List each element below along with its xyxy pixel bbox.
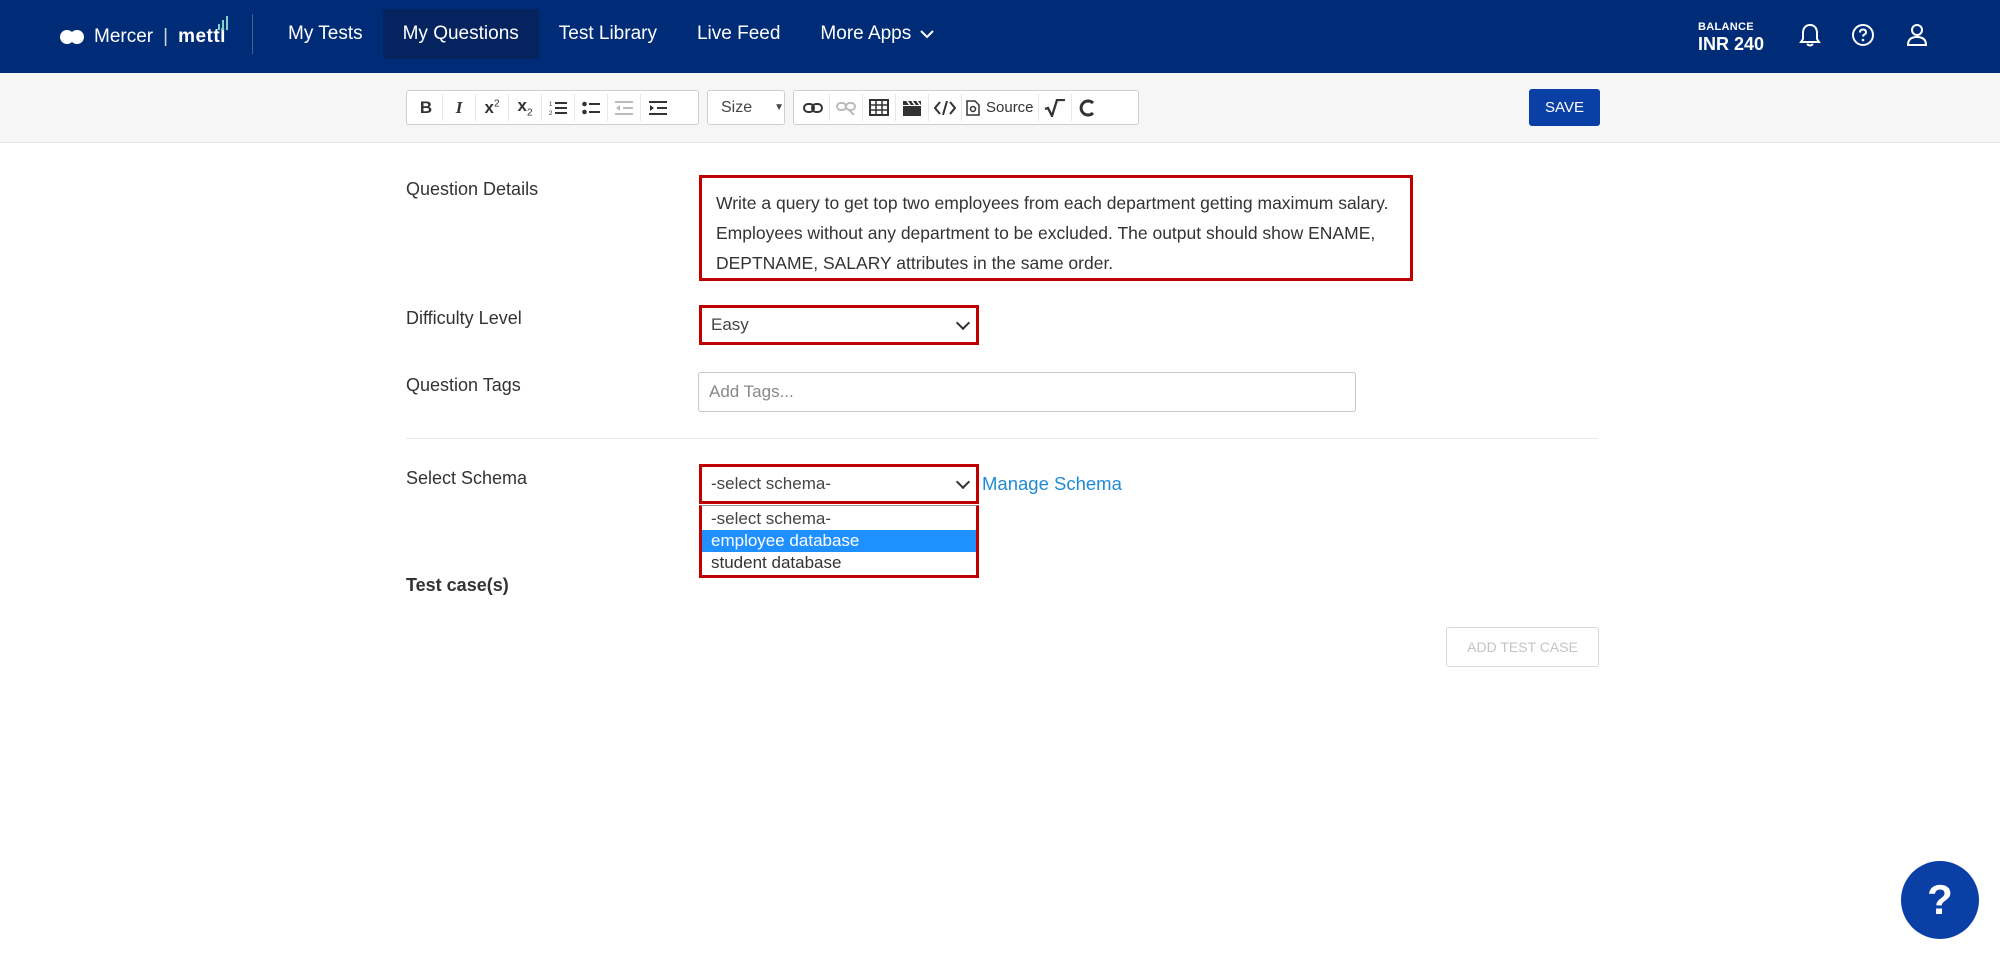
superscript-icon: x2 [484,97,500,117]
difficulty-level-value: Easy [711,315,749,334]
special-char-button[interactable] [1072,94,1105,121]
user-profile-icon[interactable] [1902,20,1932,50]
table-button[interactable] [863,94,896,121]
nav-item-live-feed[interactable]: Live Feed [677,9,800,59]
square-root-icon [1044,98,1065,117]
unlink-button[interactable] [830,94,863,121]
nav-item-test-library[interactable]: Test Library [539,9,677,59]
video-button[interactable] [896,94,929,121]
brand-separator: | [163,26,169,47]
chevron-down-icon [955,474,971,489]
code-button[interactable] [929,94,962,121]
math-formula-button[interactable] [1039,94,1072,121]
copyright-c-icon [1079,99,1095,116]
top-nav-bar: Mercer | mettl My Tests My Questions Tes… [0,0,2000,73]
brand-logo[interactable]: Mercer | mettl [60,16,228,52]
link-button[interactable] [797,94,830,121]
balance-value: INR 240 [1698,34,1765,54]
help-circle-icon[interactable] [1848,20,1878,50]
select-schema-label: Select Schema [406,468,528,488]
font-size-label: Size [721,98,753,116]
manage-schema-link[interactable]: Manage Schema [982,473,1122,495]
question-details-editor[interactable]: Write a query to get top two employees f… [699,175,1413,281]
unlink-icon [836,101,856,115]
product-name: mettl [178,16,228,48]
test-cases-heading: Test case(s) [406,575,509,595]
outdent-icon [615,100,633,115]
subscript-icon: x2 [517,96,533,119]
select-schema-dropdown[interactable]: -select schema- [699,464,979,504]
indent-icon [648,100,667,115]
select-schema-value: -select schema- [711,474,831,493]
italic-icon: I [455,97,463,117]
source-button[interactable]: Source [962,94,1039,121]
difficulty-level-label: Difficulty Level [406,308,522,328]
numbered-list-icon: 12 [549,101,567,116]
main-nav: My Tests My Questions Test Library Live … [268,9,954,59]
section-divider [406,438,1598,439]
svg-text:2: 2 [549,111,553,116]
mettl-bars-icon [217,16,228,30]
schema-options-list: -select schema- employee database studen… [699,505,979,578]
bullet-list-button[interactable] [575,94,608,121]
brand-name: Mercer [94,26,154,47]
schema-option-placeholder[interactable]: -select schema- [702,508,976,530]
font-size-group: Size ▼ [707,90,785,125]
subscript-button[interactable]: x2 [509,94,542,121]
difficulty-level-select[interactable]: Easy [699,305,979,345]
balance-display: BALANCE INR 240 [1698,21,1765,54]
question-tags-label: Question Tags [406,375,521,395]
bold-button[interactable]: B [410,94,443,121]
mercer-logo-icon [60,30,84,44]
nav-item-my-questions[interactable]: My Questions [382,9,539,59]
nav-divider [252,14,253,54]
code-icon [934,100,956,115]
italic-button[interactable]: I [443,94,476,121]
nav-item-my-tests[interactable]: My Tests [268,9,383,59]
table-icon [869,99,889,116]
numbered-list-button[interactable]: 12 [542,94,575,121]
save-button[interactable]: SAVE [1529,89,1600,126]
add-test-case-button[interactable]: ADD TEST CASE [1446,627,1599,667]
balance-label: BALANCE [1698,21,1754,33]
chevron-down-icon [920,29,934,38]
formatting-toolbar-group: B I x2 x2 12 [406,90,699,125]
question-mark-icon: ? [1927,876,1953,923]
superscript-button[interactable]: x2 [476,94,509,121]
source-document-icon [966,99,980,116]
insert-toolbar-group: Source [793,90,1139,125]
question-tags-input[interactable] [698,372,1356,412]
schema-option-student-database[interactable]: student database [702,552,976,574]
source-label: Source [986,99,1034,116]
notifications-bell-icon[interactable] [1795,20,1825,50]
bold-icon: B [419,97,433,117]
svg-text:1: 1 [549,102,553,108]
font-size-dropdown[interactable]: Size ▼ [711,94,794,121]
nav-item-more-apps[interactable]: More Apps [800,9,954,59]
outdent-button[interactable] [608,94,641,121]
bullet-list-icon [582,101,600,114]
link-icon [803,102,823,113]
chevron-down-icon [955,315,971,330]
help-chat-button[interactable]: ? [1901,861,1979,939]
caret-down-icon: ▼ [774,102,785,113]
indent-button[interactable] [641,94,674,121]
question-details-label: Question Details [406,179,539,199]
schema-option-employee-database[interactable]: employee database [702,530,976,552]
clapperboard-icon [903,100,921,116]
